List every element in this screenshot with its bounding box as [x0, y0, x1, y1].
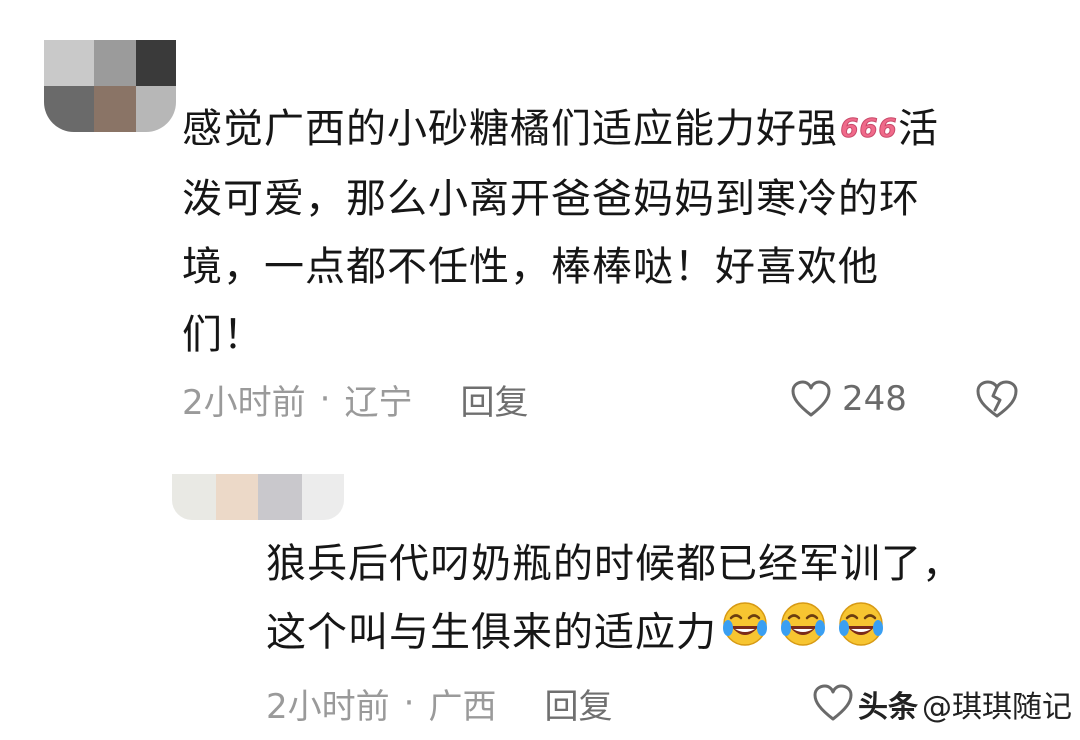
watermark: 头条 @琪琪随记 [858, 682, 1072, 726]
comment-meta: 2小时前 · 辽宁 回复 [182, 374, 528, 424]
heart-outline-icon [813, 684, 853, 721]
meta-separator: · [403, 683, 415, 723]
comment-text: 感觉广西的小砂糖橘们适应能力好强 666 活 泼可爱，那么小离开爸爸妈妈到寒冷的环 … [182, 95, 1022, 369]
comment-line: 泼可爱，那么小离开爸爸妈妈到寒冷的环 [182, 176, 920, 222]
like-button[interactable]: 248 [790, 374, 907, 424]
comment-meta: 2小时前 · 广西 回复 [266, 678, 612, 728]
comment-line: 们！ [182, 312, 264, 358]
comment-location: 广西 [428, 686, 497, 727]
meta-separator: · [319, 379, 331, 419]
comment-text: 狼兵后代叼奶瓶的时候都已经军训了， 这个叫与生俱来的适应力 [266, 530, 1046, 671]
comment-location: 辽宁 [344, 382, 413, 423]
watermark-brand: 头条 [858, 690, 918, 725]
comment-line: 这个叫与生俱来的适应力 [266, 598, 1046, 671]
comment-line: 境，一点都不任性，棒棒哒！好喜欢他 [182, 244, 879, 290]
laugh-cry-emoji [719, 598, 899, 671]
comment-line: 感觉广西的小砂糖橘们适应能力好强 666 活 [182, 95, 1022, 165]
watermark-handle: @琪琪随记 [922, 690, 1072, 725]
reply-button[interactable]: 回复 [460, 375, 528, 424]
like-button[interactable] [812, 678, 854, 728]
avatar[interactable] [44, 40, 176, 132]
comment-time: 2小时前 [266, 686, 390, 727]
broken-heart-icon[interactable] [974, 378, 1020, 424]
comment-time: 2小时前 [182, 382, 306, 423]
svg-text:666: 666 [840, 114, 897, 144]
666-emoji: 666 [840, 97, 898, 165]
like-count: 248 [842, 379, 907, 419]
reply-button[interactable]: 回复 [544, 679, 612, 728]
comment-line: 狼兵后代叼奶瓶的时候都已经军训了， [266, 541, 963, 587]
avatar[interactable] [172, 474, 344, 520]
heart-outline-icon [791, 380, 831, 417]
